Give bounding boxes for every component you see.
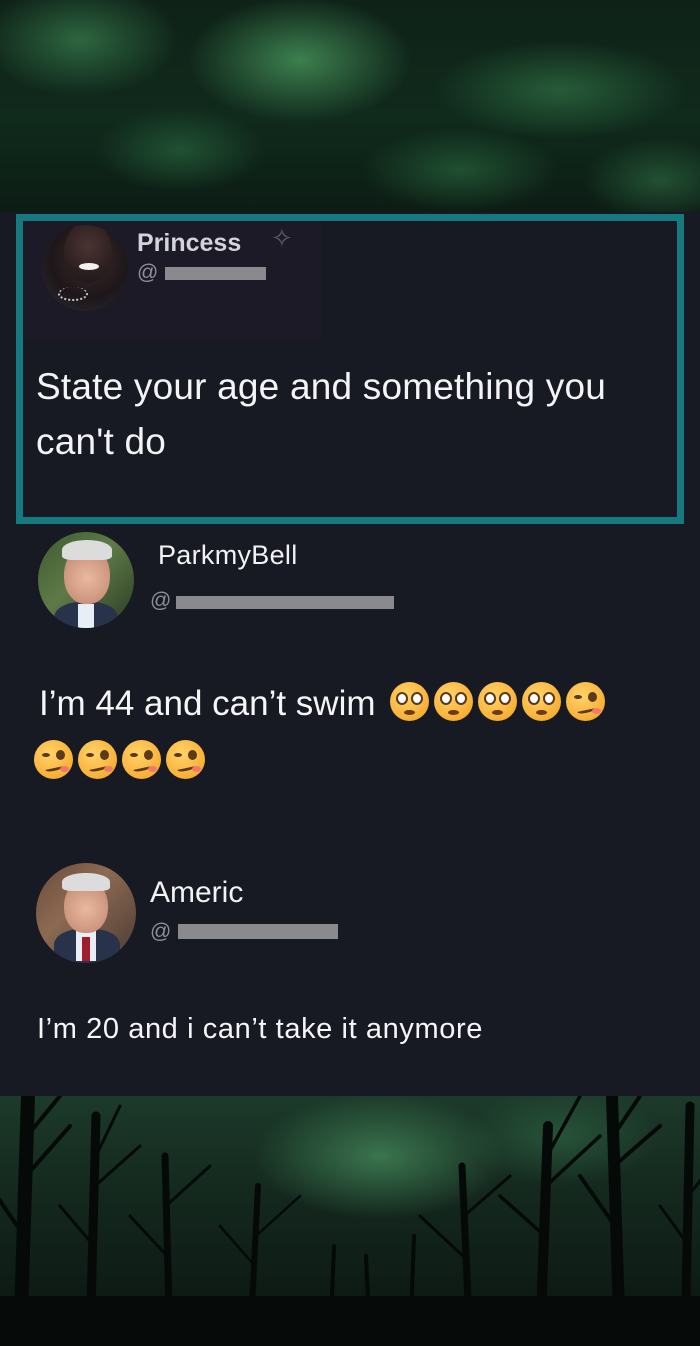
highlighted-original-tweet[interactable]: Princess ✧ @ State your age and somethin…: [16, 214, 684, 524]
reply-2-text: I’m 20 and i can’t take it anymore: [37, 1013, 483, 1045]
reply-1-text: I’m 44 and can’t swim: [34, 675, 679, 791]
reply-1-display-name[interactable]: ParkmyBell: [158, 540, 298, 571]
op-handle[interactable]: @: [137, 261, 158, 285]
tweet-thread: Princess ✧ @ State your age and somethin…: [0, 212, 700, 1096]
reply-2-display-name[interactable]: Americ: [150, 876, 243, 910]
flushed-face-emoji-icon: [522, 682, 562, 721]
op-display-name[interactable]: Princess: [137, 229, 241, 258]
flushed-face-emoji-icon: [478, 682, 518, 721]
reply-1-text-body: I’m 44 and can’t swim: [39, 684, 376, 723]
woozy-face-emoji-icon: [566, 682, 606, 721]
flushed-face-emoji-icon: [434, 682, 474, 721]
op-handle-redaction: [165, 267, 266, 280]
woozy-face-emoji-icon: [122, 740, 161, 779]
reply-1-handle[interactable]: @: [150, 589, 171, 613]
americ-avatar[interactable]: [36, 863, 136, 963]
woozy-face-emoji-icon: [166, 740, 205, 779]
reply-1-handle-redaction: [176, 596, 394, 609]
woozy-face-emoji-icon: [78, 740, 117, 779]
parkmybell-avatar[interactable]: [38, 532, 134, 628]
green-sky-background: [0, 0, 700, 214]
reply-2-handle[interactable]: @: [150, 920, 171, 944]
reply-2-handle-redaction: [178, 924, 338, 939]
sparkle-icon: ✧: [271, 223, 293, 253]
woozy-face-emoji-icon: [34, 740, 73, 779]
op-tweet-text: State your age and something you can't d…: [36, 366, 606, 462]
princess-avatar[interactable]: [42, 225, 128, 311]
flushed-face-emoji-icon: [390, 682, 430, 721]
dark-forest-background: [0, 1096, 700, 1346]
tree-silhouettes: [0, 1096, 700, 1346]
